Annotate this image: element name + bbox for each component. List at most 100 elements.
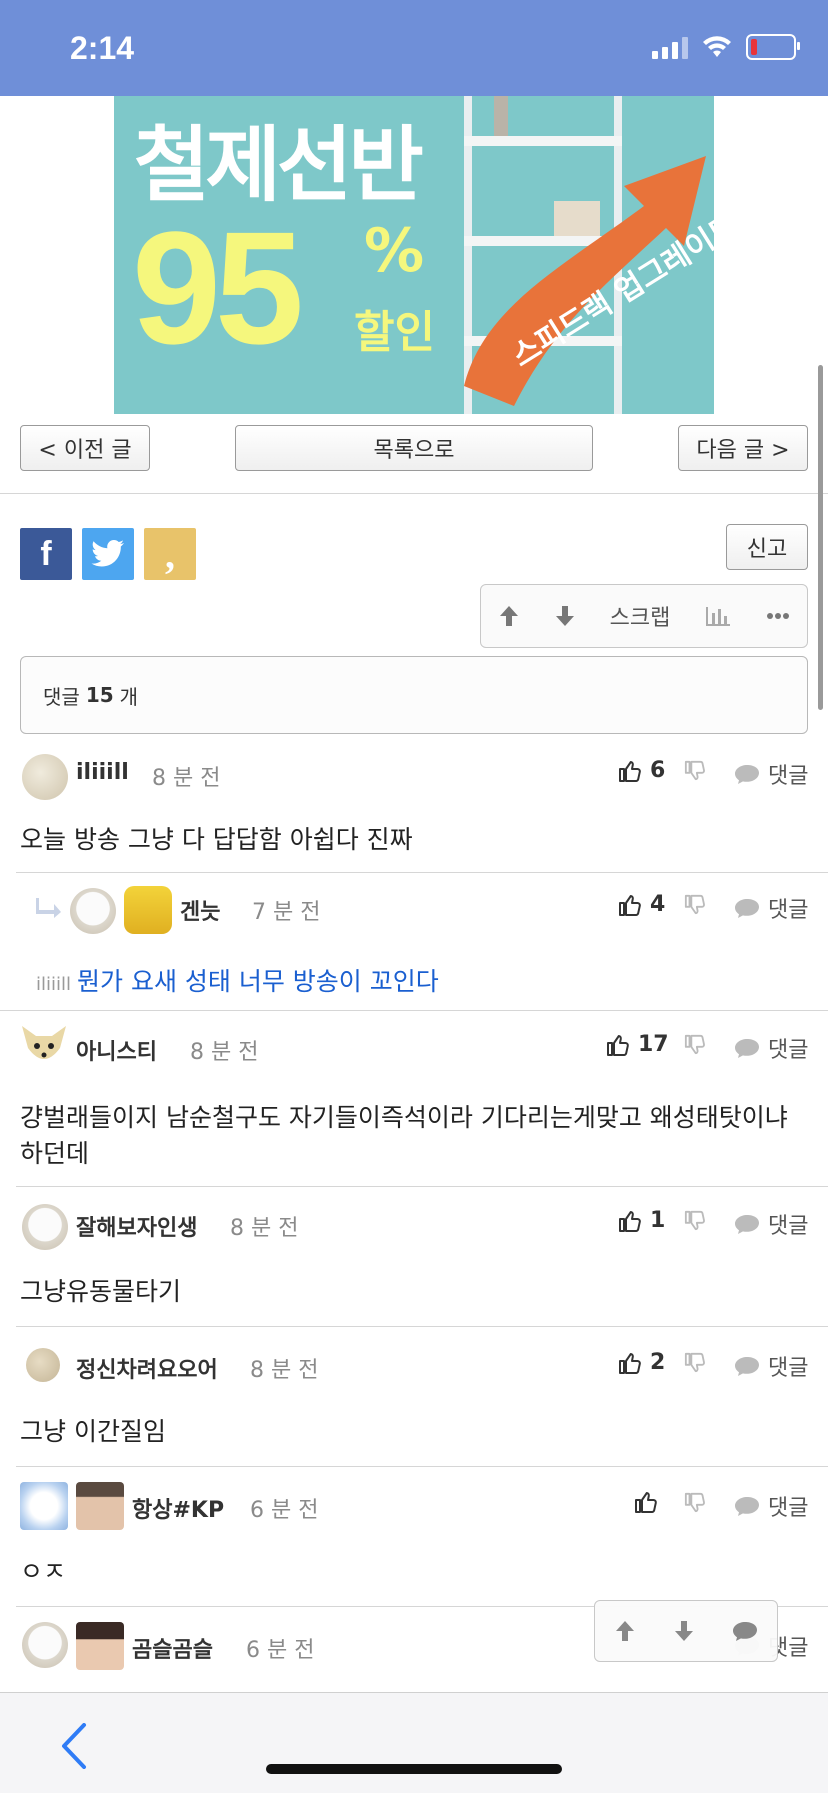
comment-time: 8 분 전 [230,1216,299,1241]
avatar [22,754,68,800]
ad-percent: % [364,216,425,286]
reply-button[interactable]: 댓글 [734,892,808,924]
reply-label: 댓글 [768,764,809,789]
comment-body: 오늘 방송 그냥 다 답답함 아쉽다 진짜 [20,825,413,854]
comment-author[interactable]: 정신차려요오어 [76,1352,218,1384]
more-button[interactable] [766,612,790,620]
reply-label: 댓글 [768,1356,809,1381]
avatar-badge [124,886,172,934]
arrow-up-icon [499,606,518,626]
dislike-button[interactable] [684,894,706,920]
thumbs-down-icon [684,1492,705,1513]
speech-bubble-icon [735,1497,759,1516]
reply-label: 댓글 [768,898,809,923]
wifi-icon [703,36,731,57]
upvote-button[interactable] [498,604,520,628]
signal-icon [652,35,688,59]
like-button[interactable]: 2 [618,1350,665,1375]
dislike-button[interactable] [684,1352,706,1378]
speech-bubble-icon [735,1215,759,1234]
report-button[interactable]: 신고 [726,524,808,570]
avatar [26,1348,60,1382]
battery-icon [746,34,800,60]
comment-author[interactable]: 겐늣 [180,894,220,926]
comment-body: 걍벌래들이지 남순철구도 자기들이즉석이라 기다리는게맞고 왜성태탓이냐하던데 [20,1103,788,1168]
twitter-share-button[interactable] [82,528,134,580]
downvote-button[interactable] [554,604,576,628]
comment-body: iliiill 뭔가 요새 성태 너무 방송이 꼬인다 [36,962,439,998]
speech-bubble-icon [735,899,759,918]
ad-banner[interactable]: 철제선반 95 % 할인 스피드랙 업그레이드 [114,96,714,414]
dislike-button[interactable] [684,1492,706,1518]
comment-time: 8 분 전 [250,1358,319,1383]
scroll-up-button[interactable] [614,1619,636,1643]
comment-count-prefix: 댓글 [43,684,80,709]
reply-button[interactable]: 댓글 [734,758,808,790]
comment-count-suffix: 개 [119,684,139,709]
comment-body: 그냥유동물타기 [20,1277,182,1306]
comment-author[interactable]: 곰슬곰슬 [132,1632,213,1664]
stats-button[interactable] [704,605,732,627]
reply-button[interactable]: 댓글 [734,1350,808,1382]
comment-author[interactable]: 아니스티 [76,1034,157,1066]
comment-time: 8 분 전 [152,766,221,791]
facebook-share-button[interactable]: f [20,528,72,580]
comment-author[interactable]: 항상#KP [132,1492,224,1524]
like-button[interactable]: 1 [618,1208,665,1233]
thumbs-down-icon [684,1210,705,1231]
home-indicator [266,1764,562,1774]
like-button[interactable] [634,1490,666,1514]
like-button[interactable]: 4 [618,892,665,917]
comment-author[interactable]: iliiill [76,760,129,785]
thumbs-down-icon [684,1034,705,1055]
comment-time: 6 분 전 [250,1498,319,1523]
divider [0,1010,828,1011]
comment-count-number: 15 [85,683,114,707]
comment: 정신차려요오어 8 분 전 2 댓글 그냥 이간질임 [0,1328,828,1466]
next-post-button[interactable]: 다음 글 > [678,425,808,471]
prev-post-button[interactable]: < 이전 글 [20,425,150,471]
browser-toolbar [0,1692,828,1793]
like-count: 1 [650,1208,666,1233]
like-button[interactable]: 6 [618,758,665,783]
reply-button[interactable]: 댓글 [734,1490,808,1522]
speech-bubble-icon [735,1039,759,1058]
like-count: 17 [638,1032,669,1057]
comment-text: 뭔가 요새 성태 너무 방송이 꼬인다 [77,967,439,996]
ad-number: 95 [132,198,304,377]
mention[interactable]: iliiill [36,974,71,995]
dislike-button[interactable] [684,1034,706,1060]
ad-discount: 할인 [354,307,435,358]
thumbs-up-icon [619,1352,641,1374]
scrollbar[interactable] [818,365,823,710]
speech-bubble-icon [735,1357,759,1376]
kakao-share-button[interactable]: , [144,528,196,580]
comment-body: ㅇㅈ [20,1557,67,1586]
comment: 항상#KP 6 분 전 댓글 ㅇㅈ [0,1468,828,1606]
divider [16,1466,828,1467]
comment: 아니스티 8 분 전 17 댓글 걍벌래들이지 남순철구도 자기들이즉석이라 기… [0,1012,828,1186]
reply-button[interactable]: 댓글 [734,1032,808,1064]
like-count: 6 [650,758,666,783]
comment: 잘해보자인생 8 분 전 1 댓글 그냥유동물타기 [0,1188,828,1326]
scrap-button[interactable]: 스크랩 [610,600,671,632]
avatar-badge [76,1622,124,1670]
dislike-button[interactable] [684,1210,706,1236]
back-icon[interactable] [60,1723,88,1769]
divider [0,493,828,494]
scroll-down-button[interactable] [673,1619,695,1643]
divider [16,1326,828,1327]
comment-time: 6 분 전 [246,1638,315,1663]
comment-author[interactable]: 잘해보자인생 [76,1210,197,1242]
comment: iliiill 8 분 전 6 댓글 오늘 방송 그냥 다 답답함 아쉽다 진짜 [0,746,828,872]
thumbs-up-icon [607,1034,629,1056]
dislike-button[interactable] [684,760,706,786]
floating-nav-bar [594,1600,778,1662]
status-bar: 2:14 [0,0,828,96]
thumbs-up-icon [619,894,641,916]
comment-jump-button[interactable] [732,1620,758,1642]
comment-reply: 겐늣 7 분 전 4 댓글 iliiill 뭔가 요새 성태 너무 방송이 꼬인다 [0,874,828,1010]
reply-button[interactable]: 댓글 [734,1208,808,1240]
list-button[interactable]: 목록으로 [235,425,593,471]
like-button[interactable]: 17 [606,1032,669,1057]
